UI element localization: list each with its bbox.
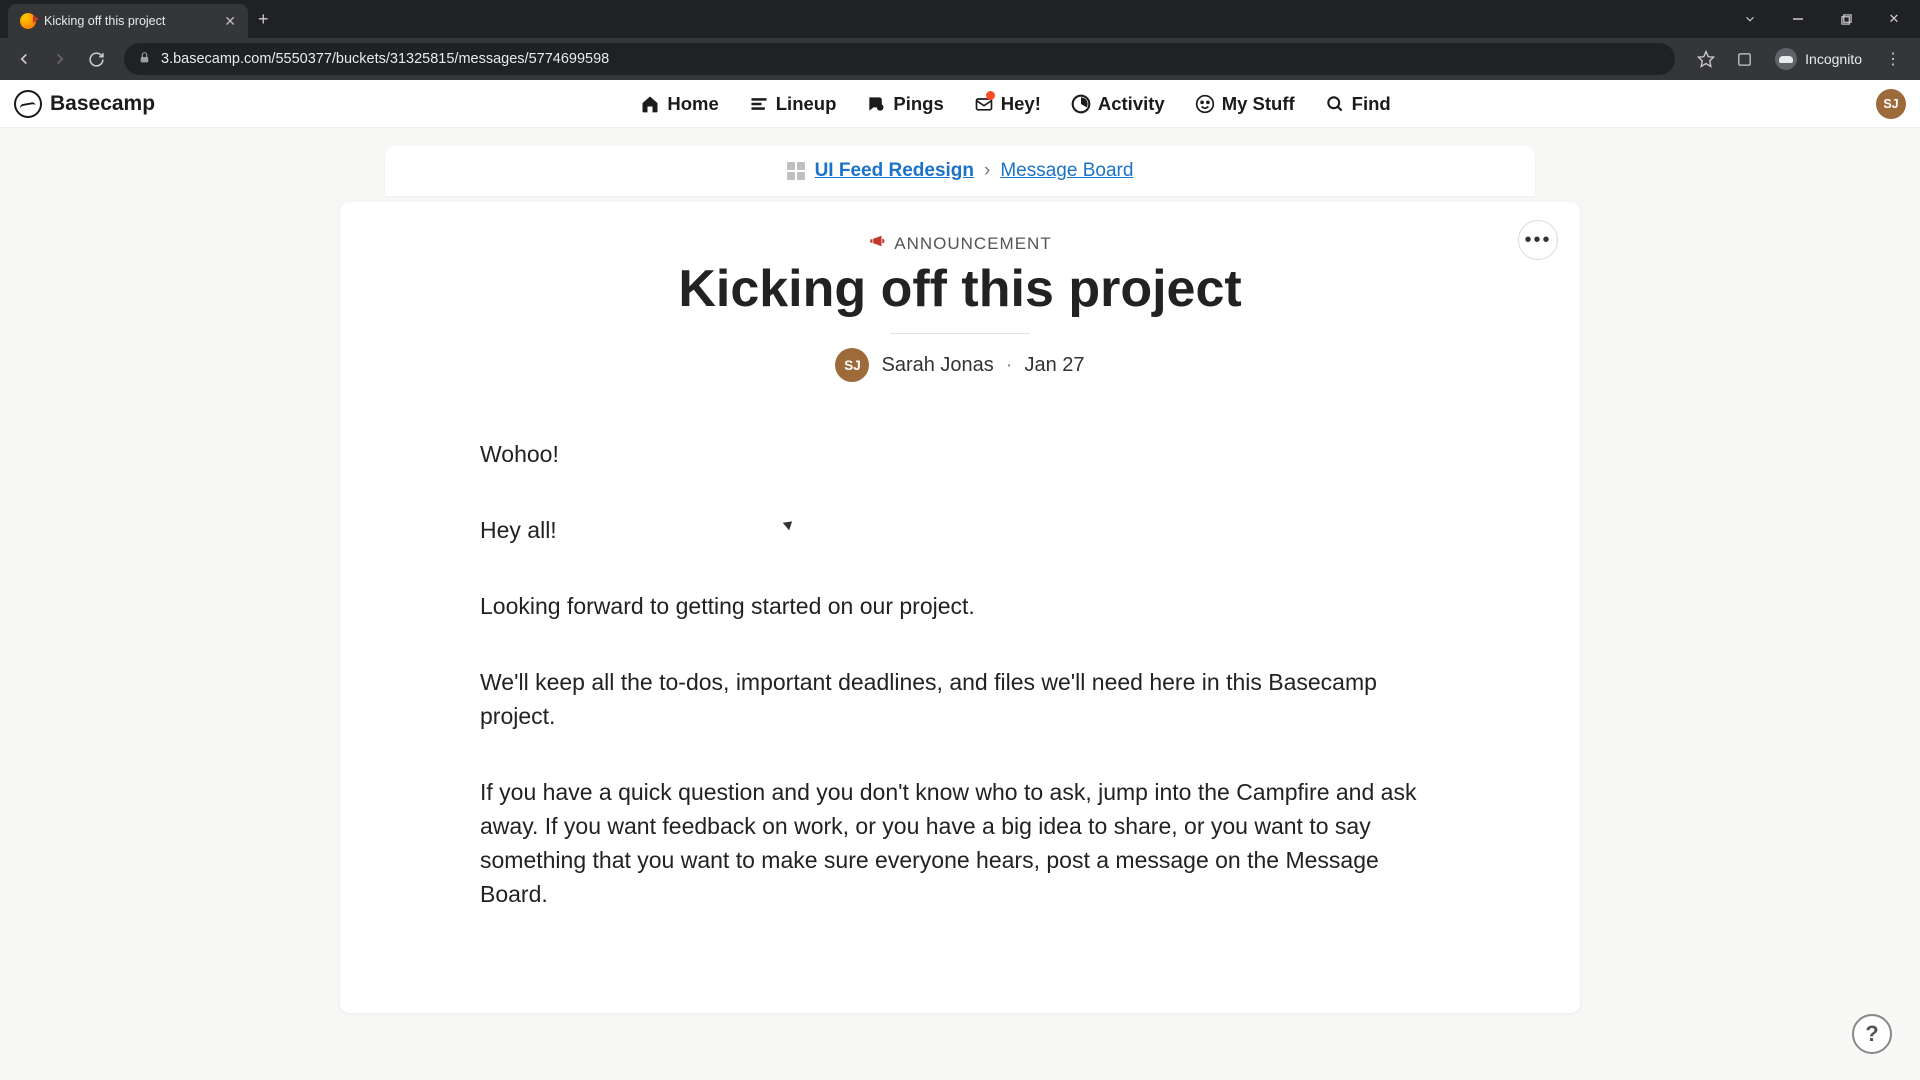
nav-label: Find [1352,93,1391,115]
nav-lineup[interactable]: Lineup [749,93,837,115]
nav-activity[interactable]: Activity [1071,93,1165,115]
logo-text: Basecamp [50,92,155,116]
category-badge: ANNOUNCEMENT [480,232,1440,255]
nav-find[interactable]: Find [1325,93,1391,115]
url-text: 3.basecamp.com/5550377/buckets/31325815/… [161,51,609,67]
back-button[interactable] [8,43,40,75]
mystuff-icon [1195,94,1215,114]
breadcrumb-project-link[interactable]: UI Feed Redesign [815,160,974,182]
title-divider [890,333,1030,334]
window-controls: ✕ [1728,3,1920,35]
browser-chrome: Kicking off this project ✕ + ✕ [0,0,1920,80]
message-date: Jan 27 [1024,354,1084,377]
activity-icon [1071,94,1091,114]
grid-icon [787,162,805,180]
lock-icon [138,51,151,67]
nav-label: Home [667,93,718,115]
more-options-button[interactable]: ••• [1518,220,1558,260]
maximize-button[interactable] [1824,3,1868,35]
current-user-avatar[interactable]: SJ [1876,89,1906,119]
author-initials: SJ [844,358,861,373]
extensions-icon[interactable] [1729,44,1759,74]
message-card: ••• ANNOUNCEMENT Kicking off this projec… [340,202,1580,1013]
nav-home[interactable]: Home [640,93,718,115]
body-paragraph: Looking forward to getting started on ou… [480,589,1440,623]
megaphone-icon [868,232,886,255]
nav-pings[interactable]: Pings [866,93,943,115]
breadcrumb: UI Feed Redesign › Message Board [385,146,1535,196]
minimize-button[interactable] [1776,3,1820,35]
breadcrumb-section-link[interactable]: Message Board [1000,160,1133,182]
author-name: Sarah Jonas [881,354,993,377]
notification-dot-icon [986,91,995,100]
body-paragraph: We'll keep all the to-dos, important dea… [480,665,1440,733]
app-viewport: Basecamp Home Lineup Pings Hey! A [0,80,1920,1080]
avatar-initials: SJ [1883,97,1898,111]
help-button[interactable]: ? [1852,1014,1892,1054]
nav-center: Home Lineup Pings Hey! Activity My S [155,93,1876,115]
author-avatar[interactable]: SJ [835,348,869,382]
logo[interactable]: Basecamp [14,90,155,118]
address-bar[interactable]: 3.basecamp.com/5550377/buckets/31325815/… [124,43,1675,75]
message-title: Kicking off this project [480,259,1440,319]
tabs-dropdown-icon[interactable] [1728,3,1772,35]
forward-button[interactable] [44,43,76,75]
browser-tab[interactable]: Kicking off this project ✕ [8,4,248,38]
body-paragraph: If you have a quick question and you don… [480,775,1440,911]
lineup-icon [749,94,769,114]
message-body: Wohoo! Hey all! Looking forward to getti… [480,437,1440,911]
incognito-indicator[interactable]: Incognito [1767,44,1870,74]
logo-icon [14,90,42,118]
nav-hey[interactable]: Hey! [974,93,1041,115]
browser-menu-button[interactable]: ⋮ [1878,44,1908,74]
bookmark-star-icon[interactable] [1691,44,1721,74]
nav-mystuff[interactable]: My Stuff [1195,93,1295,115]
incognito-label: Incognito [1805,51,1862,67]
favicon-icon [20,13,36,29]
nav-label: Hey! [1001,93,1041,115]
close-window-button[interactable]: ✕ [1872,3,1916,35]
nav-label: My Stuff [1222,93,1295,115]
nav-label: Activity [1098,93,1165,115]
help-icon: ? [1865,1021,1878,1047]
pings-icon [866,94,886,114]
incognito-icon [1775,48,1797,70]
new-tab-button[interactable]: + [258,9,269,30]
browser-toolbar: 3.basecamp.com/5550377/buckets/31325815/… [0,38,1920,80]
body-paragraph: Hey all! [480,513,1440,547]
message-meta: SJ Sarah Jonas · Jan 27 [480,348,1440,382]
nav-label: Pings [893,93,943,115]
meta-separator: · [1006,354,1013,377]
breadcrumb-separator: › [984,160,990,182]
search-icon [1325,94,1345,114]
body-paragraph: Wohoo! [480,437,1440,471]
tab-title: Kicking off this project [44,14,165,28]
tab-close-button[interactable]: ✕ [224,13,236,30]
nav-label: Lineup [776,93,837,115]
reload-button[interactable] [80,43,112,75]
top-nav: Basecamp Home Lineup Pings Hey! A [0,80,1920,128]
category-label: ANNOUNCEMENT [894,234,1051,254]
tab-bar: Kicking off this project ✕ + ✕ [0,0,1920,38]
home-icon [640,94,660,114]
toolbar-right: Incognito ⋮ [1687,44,1912,74]
